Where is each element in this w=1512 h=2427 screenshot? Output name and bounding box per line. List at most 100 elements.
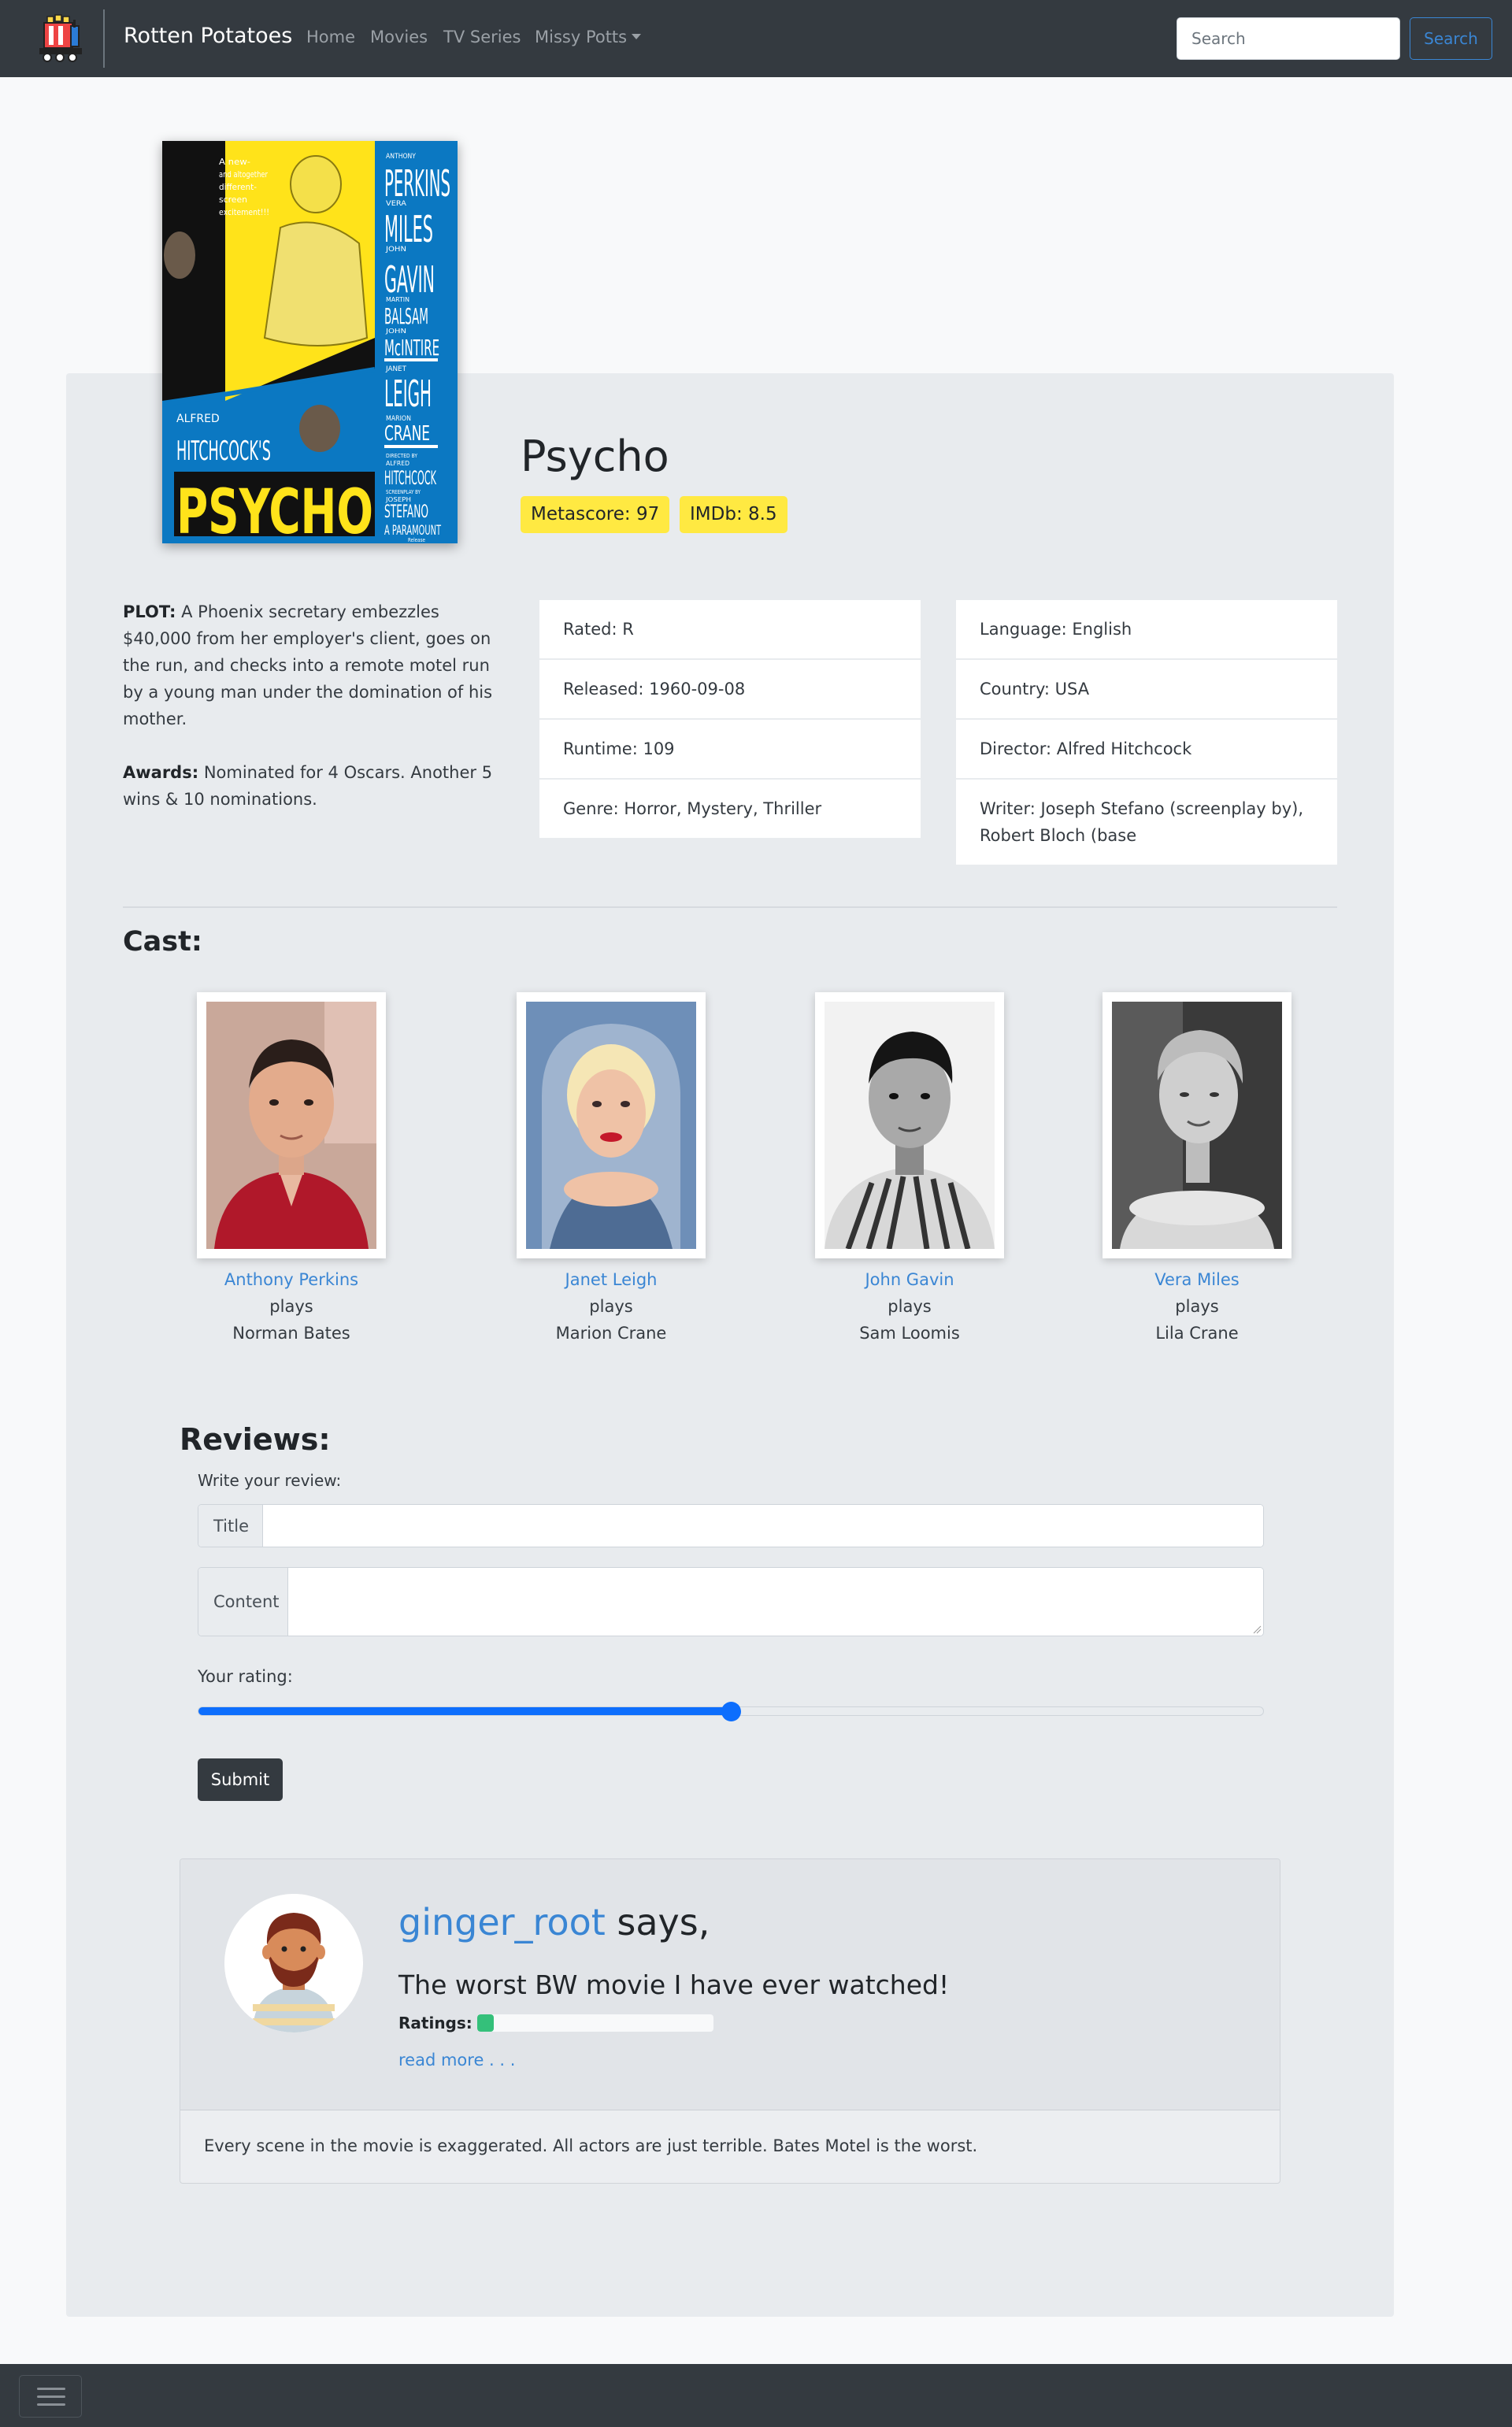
says-text: says, [605,1901,710,1943]
search-button[interactable]: Search [1410,17,1492,60]
search-input[interactable] [1177,17,1400,60]
plot-label: PLOT: [123,602,176,621]
cast-photo-card[interactable] [517,992,706,1258]
awards-label: Awards: [123,763,199,782]
ratings-label: Ratings: [398,2014,472,2032]
navbar-divider [103,9,105,68]
svg-text:McINTIRE: McINTIRE [384,335,439,361]
svg-text:LEIGH: LEIGH [384,372,432,415]
actor-photo [1112,1002,1282,1249]
detail-writer: Writer: Joseph Stefano (screenplay by), … [980,799,1304,845]
menu-toggle-button[interactable] [19,2375,82,2418]
cast-photo-card[interactable] [197,992,386,1258]
top-navbar: Rotten Potatoes Home Movies TV Series Mi… [0,0,1512,77]
plays-text: plays [888,1297,932,1316]
role-name: Lila Crane [1155,1324,1239,1343]
details-list-right: Language: English Country: USA Director:… [956,600,1337,865]
your-rating-label: Your rating: [198,1667,293,1686]
actor-photo [526,1002,696,1249]
svg-text:and altogether: and altogether [219,169,268,180]
submit-review-button[interactable]: Submit [198,1758,283,1801]
review-rating-fill [476,2014,494,2032]
title-field-label: Title [198,1505,263,1547]
svg-text:HITCHCOCK: HITCHCOCK [384,467,437,489]
svg-text:CRANE: CRANE [384,422,430,446]
review-ratings-row: Ratings: [398,2014,713,2032]
svg-text:screen: screen [219,195,247,205]
write-review-label: Write your review: [198,1471,342,1490]
section-divider [123,906,1337,908]
svg-text:excitement!!!: excitement!!! [219,207,269,217]
poster-title-text: PSYCHO [176,477,373,543]
svg-text:JOHN: JOHN [385,246,406,254]
actor-link[interactable]: John Gavin [865,1270,954,1289]
svg-text:PERKINS: PERKINS [384,162,450,205]
role-name: Marion Crane [555,1324,667,1343]
poster-artwork: PSYCHO ALFRED HITCHCOCK'S A new- and alt… [162,141,458,543]
review-content-textarea[interactable] [288,1568,1263,1636]
actor-link[interactable]: Vera Miles [1154,1270,1239,1289]
cast-photo-card[interactable] [1102,992,1292,1258]
review-content-group: Content [198,1567,1264,1636]
avatar [224,1894,363,2032]
svg-text:ALFRED: ALFRED [386,460,410,467]
svg-text:VERA: VERA [386,200,407,208]
detail-director: Director: Alfred Hitchcock [956,720,1337,780]
plot-text: A Phoenix secretary embezzles $40,000 fr… [123,602,493,728]
nav-tv-series[interactable]: TV Series [443,28,521,46]
svg-text:JOHN: JOHN [385,328,406,335]
svg-text:ANTHONY: ANTHONY [386,153,416,161]
detail-language: Language: English [956,600,1337,660]
metascore-badge: Metascore: 97 [521,496,670,533]
detail-genre: Genre: Horror, Mystery, Thriller [563,799,822,818]
user-menu-label: Missy Potts [535,28,628,46]
svg-text:DIRECTED BY: DIRECTED BY [386,453,418,459]
review-title-group: Title [198,1504,1264,1547]
caret-down-icon [632,34,642,39]
user-menu-dropdown[interactable]: Missy Potts [535,28,642,46]
review-header: ginger_root says, The worst BW movie I h… [180,1859,1280,2110]
plot-paragraph: PLOT: A Phoenix secretary embezzles $40,… [123,598,497,732]
review-rating-bar [476,2014,713,2032]
svg-text:A PARAMOUNT: A PARAMOUNT [384,523,441,539]
rating-slider-fill [198,1707,731,1715]
details-list-left: Rated: R Released: 1960-09-08 Runtime: 1… [539,600,921,838]
actor-link[interactable]: Janet Leigh [565,1270,658,1289]
detail-rated: Rated: R [539,600,921,660]
read-more-link[interactable]: read more . . . [398,2051,515,2069]
actor-link[interactable]: Anthony Perkins [224,1270,358,1289]
review-card: ginger_root says, The worst BW movie I h… [180,1858,1280,2184]
actor-photo [206,1002,376,1249]
svg-text:SCREENPLAY BY: SCREENPLAY BY [386,489,421,495]
rating-slider-thumb[interactable] [721,1702,741,1721]
awards-paragraph: Awards: Nominated for 4 Oscars. Another … [123,759,497,813]
svg-text:Release: Release [408,537,425,543]
cast-caption: John Gavin plays Sam Loomis [791,1266,1028,1347]
svg-text:BALSAM: BALSAM [384,303,428,329]
cast-caption: Janet Leigh plays Marion Crane [493,1266,729,1347]
svg-text:GAVIN: GAVIN [384,258,435,301]
role-name: Norman Bates [232,1324,350,1343]
movie-poster: PSYCHO ALFRED HITCHCOCK'S A new- and alt… [162,141,458,543]
svg-text:different-: different- [219,182,257,192]
cast-caption: Anthony Perkins plays Norman Bates [173,1266,410,1347]
review-author-link[interactable]: ginger_root [398,1901,606,1943]
poster-director-last: HITCHCOCK'S [176,435,271,467]
content-field-label: Content [198,1568,288,1636]
svg-text:MILES: MILES [384,208,433,250]
brand-link[interactable]: Rotten Potatoes [124,24,292,48]
plays-text: plays [269,1297,313,1316]
review-content: Every scene in the movie is exaggerated.… [204,2136,978,2155]
detail-country: Country: USA [956,660,1337,720]
reviews-heading: Reviews: [180,1422,331,1457]
movie-title: Psycho [521,432,669,481]
nav-movies[interactable]: Movies [370,28,428,46]
poster-director-first: ALFRED [176,413,220,425]
review-title-input[interactable] [263,1505,1263,1547]
popcorn-cart-logo[interactable] [36,13,85,64]
resize-handle-icon[interactable] [1252,1625,1262,1634]
nav-home[interactable]: Home [306,28,355,46]
svg-text:STEFANO: STEFANO [384,502,428,522]
svg-text:MARTIN: MARTIN [386,296,410,303]
cast-photo-card[interactable] [815,992,1004,1258]
